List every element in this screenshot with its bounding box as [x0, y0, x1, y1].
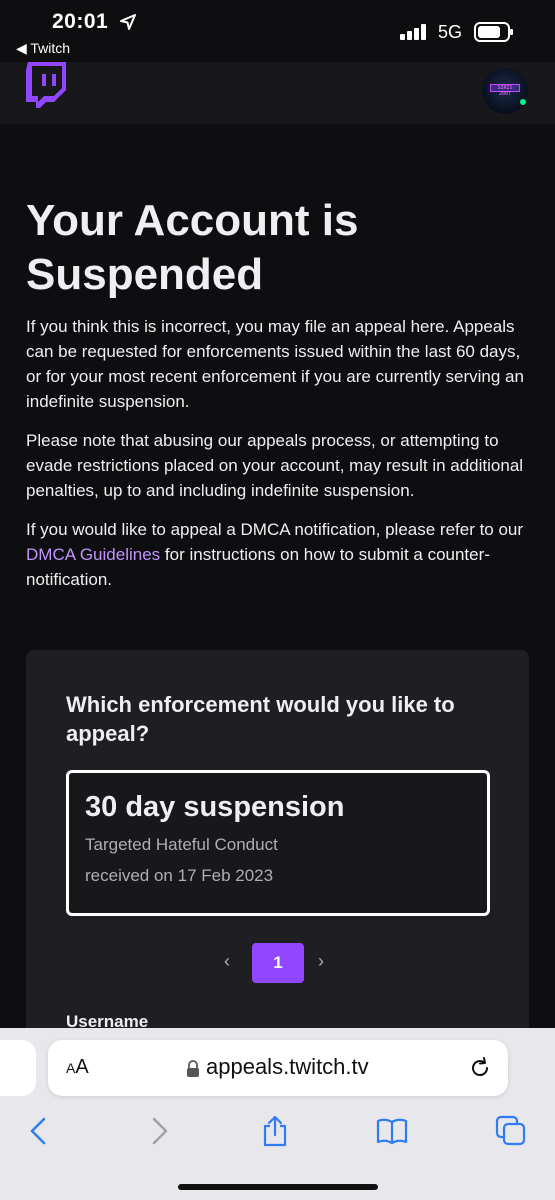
enforcement-question: Which enforcement would you like to appe… [66, 692, 455, 746]
dmca-text-before: If you would like to appeal a DMCA notif… [26, 520, 524, 539]
chevron-left-icon[interactable]: ‹ [224, 951, 230, 972]
bookmarks-icon[interactable] [375, 1114, 409, 1148]
chevron-right-icon[interactable]: › [318, 951, 324, 972]
main-content: Your Account is Suspended If you think t… [26, 124, 531, 592]
avatar-tag: SIRIS 2007 [490, 84, 520, 97]
dmca-guidelines-link[interactable]: DMCA Guidelines [26, 545, 160, 564]
reader-options-button[interactable]: AA [66, 1056, 89, 1079]
browser-chrome: AA appeals.twitch.tv [0, 1028, 555, 1200]
enforcement-reason: Targeted Hateful Conduct [85, 835, 278, 854]
reload-icon[interactable] [468, 1056, 492, 1080]
enforcement-date: received on 17 Feb 2023 [85, 866, 274, 885]
top-nav: SIRIS 2007 [0, 62, 555, 124]
network-type: 5G [438, 22, 463, 42]
back-to-app-link[interactable]: ◀ Twitch [16, 40, 70, 57]
appeal-card: Which enforcement would you like to appe… [26, 650, 529, 1070]
pagination: ‹ 1 › [26, 943, 529, 983]
url-text: appeals.twitch.tv [206, 1054, 369, 1079]
battery-icon [474, 22, 513, 42]
status-time: 20:01 [52, 10, 109, 33]
dmca-paragraph: If you would like to appeal a DMCA notif… [26, 517, 531, 592]
warning-paragraph: Please note that abusing our appeals pro… [26, 431, 524, 500]
forward-icon [152, 1117, 168, 1145]
lock-icon [187, 1060, 199, 1077]
aa-small: A [66, 1060, 76, 1076]
user-avatar[interactable]: SIRIS 2007 [482, 68, 528, 114]
page-1-button[interactable]: 1 [252, 943, 304, 983]
location-arrow-icon [120, 14, 136, 30]
enforcement-title: 30 day suspension [85, 791, 345, 823]
intro-paragraph: If you think this is incorrect, you may … [26, 317, 524, 411]
browser-toolbar [0, 1108, 555, 1164]
twitch-logo-icon[interactable] [24, 62, 66, 108]
signal-icon [400, 24, 426, 40]
aa-large: A [75, 1056, 89, 1078]
tabs-icon[interactable] [494, 1114, 528, 1148]
share-icon[interactable] [258, 1114, 292, 1148]
address-bar[interactable]: AA appeals.twitch.tv [48, 1040, 508, 1096]
enforcement-option[interactable]: 30 day suspension Targeted Hateful Condu… [66, 770, 490, 916]
home-indicator [178, 1184, 378, 1190]
previous-tab-preview[interactable] [0, 1040, 36, 1096]
online-status-dot [518, 97, 528, 107]
page-title: Your Account is Suspended [26, 196, 359, 299]
status-bar: 20:01 ◀ Twitch 5G [0, 0, 555, 62]
back-icon[interactable] [22, 1114, 56, 1148]
